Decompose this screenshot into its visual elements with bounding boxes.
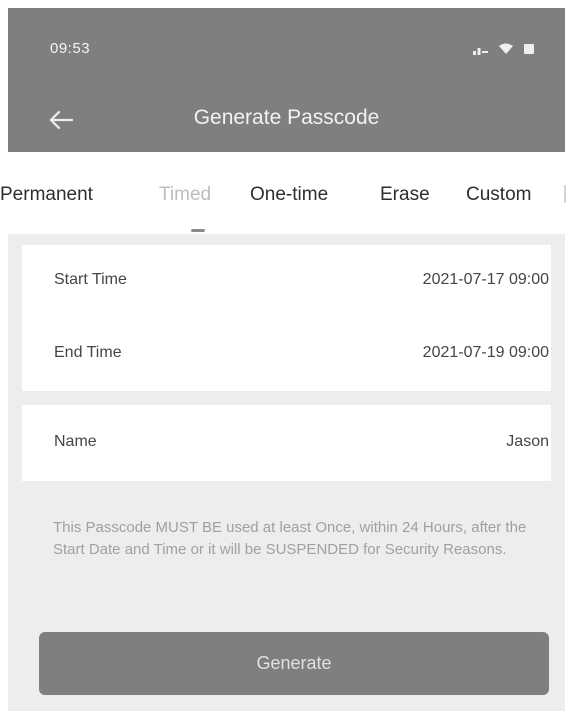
name-label: Name bbox=[54, 433, 97, 450]
start-time-label: Start Time bbox=[54, 271, 127, 288]
status-time: 09:53 bbox=[50, 40, 91, 57]
security-notice: This Passcode MUST BE used at least Once… bbox=[53, 519, 527, 558]
tab-timed[interactable]: Timed bbox=[159, 184, 211, 206]
tab-custom[interactable]: Custom bbox=[466, 184, 531, 206]
active-tab-indicator bbox=[191, 229, 205, 232]
tab-divider bbox=[564, 185, 566, 203]
tab-one-time[interactable]: One-time bbox=[250, 184, 328, 206]
end-time-label: End Time bbox=[54, 344, 122, 361]
time-settings-card: Start Time 2021-07-17 09:00 End Time 202… bbox=[22, 245, 551, 391]
name-card: Name Jason bbox=[22, 405, 551, 481]
tab-permanent[interactable]: Permanent bbox=[0, 184, 93, 206]
battery-icon bbox=[523, 42, 535, 60]
start-time-row[interactable]: Start Time 2021-07-17 09:00 bbox=[22, 245, 551, 318]
page-title: Generate Passcode bbox=[193, 106, 380, 129]
tab-erase[interactable]: Erase bbox=[380, 184, 430, 206]
wifi-icon bbox=[498, 42, 514, 60]
signal-icon bbox=[473, 42, 489, 60]
name-row[interactable]: Name Jason bbox=[22, 407, 551, 480]
navigation-header: Generate Passcode bbox=[8, 86, 565, 152]
status-icons bbox=[473, 42, 535, 60]
start-time-value: 2021-07-17 09:00 bbox=[422, 271, 549, 288]
end-time-value: 2021-07-19 09:00 bbox=[422, 344, 549, 361]
passcode-type-tabs: Permanent Timed One-time Erase Custom bbox=[0, 152, 573, 234]
status-bar: 09:53 bbox=[8, 8, 565, 86]
app-screen: 09:53 Generate Passcode Permanent Timed … bbox=[0, 8, 573, 711]
generate-button[interactable]: Generate bbox=[39, 632, 549, 695]
end-time-row[interactable]: End Time 2021-07-19 09:00 bbox=[22, 318, 551, 391]
name-value: Jason bbox=[506, 433, 549, 450]
